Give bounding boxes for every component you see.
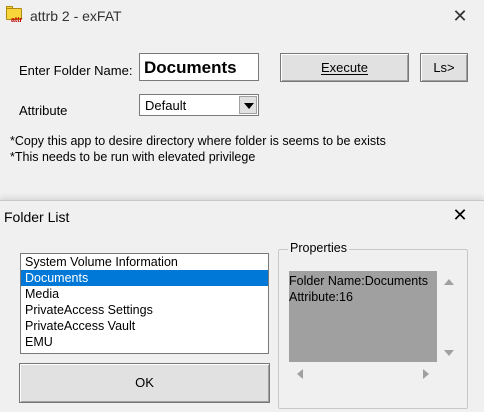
execute-button-label: Execute <box>321 60 368 75</box>
scroll-down-arrow-icon[interactable] <box>444 350 454 356</box>
scroll-up-arrow-icon[interactable] <box>444 279 454 285</box>
property-attribute: Attribute:16 <box>289 290 353 304</box>
properties-title: Properties <box>288 241 349 255</box>
close-icon[interactable]: ✕ <box>450 205 470 226</box>
list-item[interactable]: PrivateAccess Vault <box>21 318 268 334</box>
attribute-label: Attribute <box>19 103 68 118</box>
ls-button[interactable]: Ls> <box>420 53 468 82</box>
window-title: attrb 2 - exFAT <box>30 8 122 24</box>
folder-list-dialog: Folder List ✕ System Volume Information … <box>0 200 484 412</box>
properties-groupbox: Properties Folder Name:Documents Attribu… <box>278 241 468 409</box>
scroll-right-arrow-icon[interactable] <box>423 369 429 379</box>
vertical-scrollbar[interactable] <box>439 271 459 362</box>
list-item[interactable]: Media <box>21 286 268 302</box>
folder-name-label: Enter Folder Name: <box>19 63 133 78</box>
note-elevated-privilege: *This needs to be run with elevated priv… <box>10 150 256 164</box>
list-item[interactable]: System Volume Information <box>21 254 268 270</box>
scroll-left-arrow-icon[interactable] <box>297 369 303 379</box>
folder-name-input[interactable]: Documents <box>139 53 259 81</box>
close-icon[interactable]: ✕ <box>450 6 470 27</box>
list-item[interactable]: EMU <box>21 334 268 350</box>
folder-listbox[interactable]: System Volume Information Documents Medi… <box>20 253 269 354</box>
attribute-select[interactable]: Default <box>139 94 259 116</box>
title-bar: attr attrb 2 - exFAT ✕ <box>0 0 484 32</box>
list-item-selected[interactable]: Documents <box>21 270 268 286</box>
ok-button[interactable]: OK <box>19 363 270 403</box>
attribute-select-value: Default <box>145 98 187 113</box>
note-copy-app: *Copy this app to desire directory where… <box>10 134 386 148</box>
property-folder-name: Folder Name:Documents <box>289 274 428 288</box>
main-window: attr attrb 2 - exFAT ✕ Enter Folder Name… <box>0 0 484 200</box>
list-item[interactable]: PrivateAccess Settings <box>21 302 268 318</box>
chevron-down-icon[interactable] <box>239 96 257 114</box>
execute-button[interactable]: Execute <box>280 53 409 82</box>
app-folder-icon: attr <box>6 6 24 24</box>
horizontal-scrollbar[interactable] <box>289 364 437 384</box>
dialog-title: Folder List <box>4 209 70 225</box>
properties-textbox[interactable]: Folder Name:Documents Attribute:16 <box>289 271 437 362</box>
